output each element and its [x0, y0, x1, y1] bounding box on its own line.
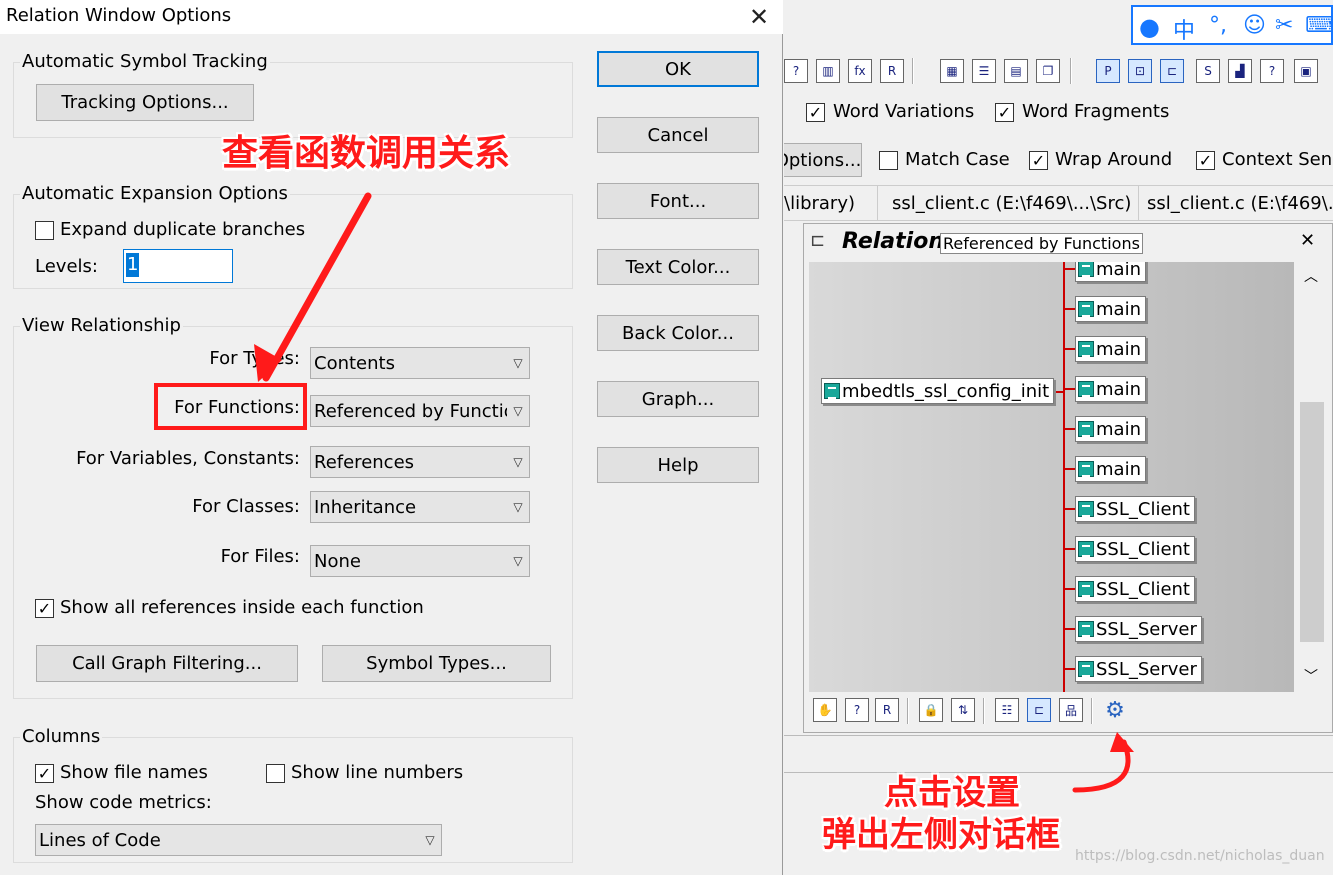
annotation-arrow-to-functions [254, 192, 372, 382]
watermark: https://blog.csdn.net/nicholas_duan [1075, 848, 1325, 864]
annotation-view-call-relation: 查看函数调用关系 [222, 133, 511, 174]
annotation-arrow-to-gear [1072, 732, 1134, 793]
annotation-overlay [254, 192, 1134, 793]
annotation-dialog-popup: 弹出左侧对话框 [822, 815, 1060, 855]
